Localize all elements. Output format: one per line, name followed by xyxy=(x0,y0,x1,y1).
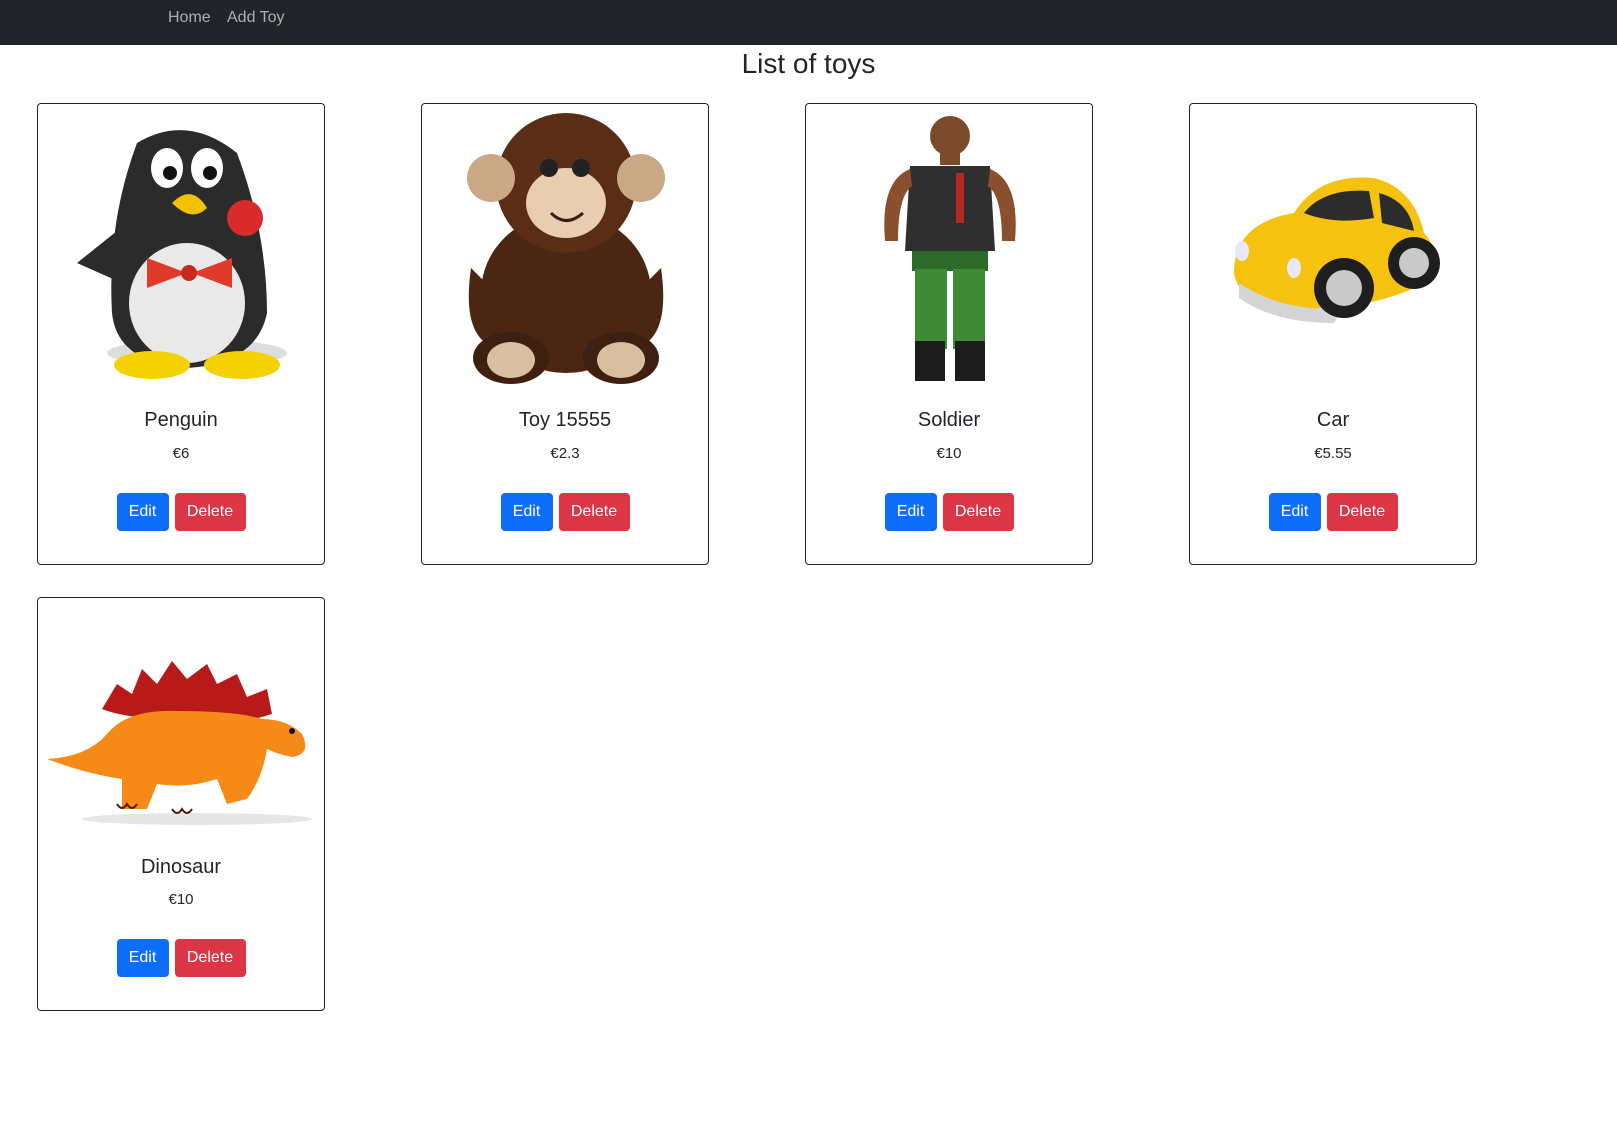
nav-home-link[interactable]: Home xyxy=(168,9,211,27)
toy-price: €6 xyxy=(172,445,190,462)
toy-name: Penguin xyxy=(144,409,218,431)
toy-price: €10 xyxy=(168,891,194,908)
monkey-plush-image xyxy=(428,108,704,388)
toy-price: €5.55 xyxy=(1314,445,1352,462)
toy-price: €10 xyxy=(936,445,962,462)
edit-button[interactable]: Edit xyxy=(116,939,169,977)
toy-name: Car xyxy=(1316,409,1350,431)
toy-car-image xyxy=(1196,108,1472,388)
edit-button[interactable]: Edit xyxy=(116,493,169,531)
toy-name: Toy 15555 xyxy=(518,409,612,431)
toy-name: Dinosaur xyxy=(140,856,222,878)
navbar: Home Add Toy xyxy=(0,0,1617,45)
toy-price: €2.3 xyxy=(550,445,580,462)
toy-card: Toy 15555 €2.3 Edit Delete xyxy=(421,103,709,565)
toy-actions: Edit Delete xyxy=(1190,493,1476,531)
delete-button[interactable]: Delete xyxy=(942,493,1014,531)
toy-card: Dinosaur €10 Edit Delete xyxy=(37,597,325,1011)
delete-button[interactable]: Delete xyxy=(174,493,246,531)
dinosaur-image xyxy=(44,618,320,850)
toy-actions: Edit Delete xyxy=(38,493,324,531)
toy-card: Soldier €10 Edit Delete xyxy=(805,103,1093,565)
delete-button[interactable]: Delete xyxy=(558,493,630,531)
toy-name: Soldier xyxy=(917,409,981,431)
delete-button[interactable]: Delete xyxy=(1326,493,1398,531)
edit-button[interactable]: Edit xyxy=(500,493,553,531)
toy-actions: Edit Delete xyxy=(38,939,324,977)
edit-button[interactable]: Edit xyxy=(1268,493,1321,531)
toy-actions: Edit Delete xyxy=(422,493,708,531)
page-title: List of toys xyxy=(741,48,876,79)
toy-card: Penguin €6 Edit Delete xyxy=(37,103,325,565)
edit-button[interactable]: Edit xyxy=(884,493,937,531)
nav-add-toy-link[interactable]: Add Toy xyxy=(227,9,285,27)
toy-actions: Edit Delete xyxy=(806,493,1092,531)
toy-card: Car €5.55 Edit Delete xyxy=(1189,103,1477,565)
penguin-image xyxy=(44,108,320,388)
delete-button[interactable]: Delete xyxy=(174,939,246,977)
soldier-figure-image xyxy=(812,108,1088,388)
